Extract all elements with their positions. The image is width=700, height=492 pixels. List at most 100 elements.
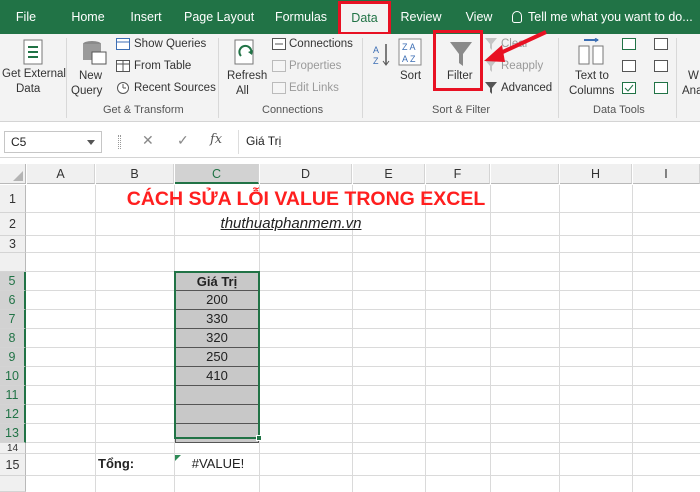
name-box[interactable]: C5	[4, 131, 102, 153]
consolidate-icon[interactable]	[654, 38, 668, 50]
select-all-corner[interactable]	[0, 164, 26, 184]
what-if-label-2: Ana	[682, 85, 700, 97]
row-header-14[interactable]: 14	[0, 443, 26, 454]
tab-file[interactable]: File	[4, 0, 48, 34]
row-header-4[interactable]	[0, 253, 26, 272]
ribbon-data: Get External Data New Query Show Queries…	[0, 34, 700, 122]
connections-icon	[272, 38, 286, 50]
ribbon-separator	[676, 38, 677, 118]
gridline	[26, 309, 700, 310]
row-header-5[interactable]: 5	[0, 272, 26, 291]
lightbulb-icon	[512, 11, 522, 23]
text-to-columns-label-2: Columns	[569, 85, 615, 97]
refresh-icon	[234, 39, 254, 65]
row-header-13[interactable]: 13	[0, 424, 26, 443]
column-header-e[interactable]: E	[353, 164, 425, 184]
table-cell[interactable]: 320	[175, 329, 259, 348]
tab-page-layout[interactable]: Page Layout	[184, 0, 254, 34]
row-header-11[interactable]: 11	[0, 386, 26, 405]
sheet-title[interactable]: CÁCH SỬA LỖI VALUE TRONG EXCEL	[26, 186, 586, 212]
table-cell[interactable]	[175, 424, 259, 443]
row-header-10[interactable]: 10	[0, 367, 26, 386]
remove-duplicates-icon[interactable]	[622, 60, 636, 72]
table-cell[interactable]	[175, 386, 259, 405]
table-cell[interactable]: 200	[175, 291, 259, 310]
cancel-icon[interactable]: ✕	[142, 132, 154, 149]
table-cell[interactable]: 410	[175, 367, 259, 386]
gridline	[26, 235, 700, 236]
row-header-12[interactable]: 12	[0, 405, 26, 424]
manage-data-model-icon[interactable]	[654, 82, 668, 94]
column-header-g[interactable]	[491, 164, 559, 184]
table-icon	[116, 60, 130, 72]
sort-label: Sort	[400, 70, 422, 82]
row-header-3[interactable]: 3	[0, 236, 26, 253]
table-icon	[116, 38, 130, 50]
row-header-9[interactable]: 9	[0, 348, 26, 367]
insert-function-icon[interactable]: fx	[210, 132, 222, 147]
tab-data[interactable]: Data	[338, 1, 391, 35]
properties-icon	[272, 60, 286, 72]
column-header-h[interactable]: H	[560, 164, 632, 184]
column-header-d[interactable]: D	[260, 164, 352, 184]
recent-sources-label: Recent Sources	[134, 82, 216, 94]
edit-links-label: Edit Links	[289, 82, 339, 94]
table-cell[interactable]: 250	[175, 348, 259, 367]
gridline	[95, 185, 96, 492]
column-header-b[interactable]: B	[96, 164, 174, 184]
gridline	[26, 271, 700, 272]
total-value-cell[interactable]: #VALUE!	[176, 456, 260, 471]
group-get-transform: Get & Transform	[103, 104, 184, 116]
column-header-a[interactable]: A	[27, 164, 95, 184]
tab-home[interactable]: Home	[66, 0, 110, 34]
table-cell[interactable]	[175, 405, 259, 424]
row-header-8[interactable]: 8	[0, 329, 26, 348]
column-header-c[interactable]: C	[175, 164, 259, 184]
relationships-icon[interactable]	[654, 60, 668, 72]
new-query-label-2: Query	[71, 85, 103, 97]
refresh-all-label-2: All	[236, 85, 249, 97]
tab-formulas[interactable]: Formulas	[272, 0, 330, 34]
new-query-icon	[83, 41, 107, 65]
gridline	[26, 423, 700, 424]
row-header-7[interactable]: 7	[0, 310, 26, 329]
row-header-2[interactable]: 2	[0, 213, 26, 236]
row-header-15[interactable]: 15	[0, 454, 26, 476]
row-header-1[interactable]: 1	[0, 185, 26, 213]
tab-insert[interactable]: Insert	[124, 0, 168, 34]
sort-ascending-icon: A Z	[373, 44, 390, 66]
enter-icon[interactable]: ✓	[177, 132, 189, 149]
data-validation-icon[interactable]	[622, 82, 636, 94]
formula-bar: C5 ✕ ✓ fx Giá Trị	[0, 126, 700, 158]
gridline	[26, 347, 700, 348]
gridline	[26, 475, 700, 476]
name-box-value: C5	[11, 135, 27, 149]
row-header-16[interactable]	[0, 476, 26, 492]
advanced-label: Advanced	[501, 82, 553, 94]
column-header-f[interactable]: F	[426, 164, 490, 184]
gridline	[559, 185, 560, 492]
get-external-label-1: Get External	[2, 68, 66, 80]
sheet-subtitle[interactable]: thuthuatphanmem.vn	[175, 213, 407, 235]
formula-input[interactable]: Giá Trị	[246, 131, 281, 153]
tell-me-text: Tell me what you want to do...	[528, 10, 693, 24]
ribbon-separator	[66, 38, 67, 118]
chevron-down-icon[interactable]	[87, 140, 95, 145]
fill-handle[interactable]	[256, 435, 262, 441]
arrow-pointer-icon	[484, 30, 547, 62]
what-if-label-1: W	[688, 70, 699, 82]
column-header-i[interactable]: I	[633, 164, 700, 184]
flash-fill-icon[interactable]	[622, 38, 636, 50]
properties-label: Properties	[289, 60, 342, 72]
table-cell[interactable]: 330	[175, 310, 259, 329]
gridline	[490, 185, 491, 492]
group-connections: Connections	[262, 104, 324, 116]
tab-review[interactable]: Review	[398, 0, 444, 34]
formula-bar-grip[interactable]	[118, 135, 121, 149]
table-header-cell[interactable]: Giá Trị	[175, 272, 259, 291]
refresh-all-label-1: Refresh	[227, 70, 268, 82]
filter-highlight-box	[433, 30, 483, 91]
gridline	[26, 328, 700, 329]
row-header-6[interactable]: 6	[0, 291, 26, 310]
total-label-cell[interactable]: Tổng:	[98, 456, 134, 471]
